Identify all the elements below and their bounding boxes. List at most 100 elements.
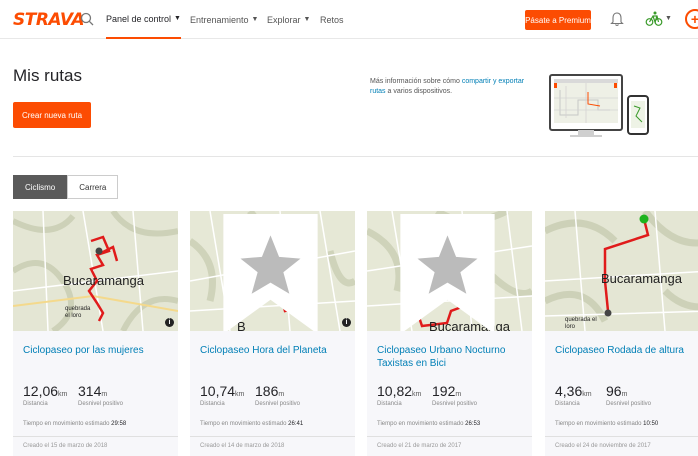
- distance-value: 12,06: [23, 383, 59, 399]
- elevation-value: 192: [432, 383, 456, 399]
- distance-unit: km: [412, 391, 422, 398]
- create-route-button[interactable]: Crear nueva ruta: [13, 102, 91, 128]
- elevation-stat: 192m Desnivel positivo: [432, 383, 477, 407]
- elevation-value: 186: [255, 383, 279, 399]
- created-date: Creado el 24 de noviembre de 2017: [555, 443, 651, 449]
- estimated-time-value: 10:50: [643, 421, 659, 427]
- chevron-down-icon: ▼: [251, 16, 259, 23]
- distance-value: 10,74: [200, 383, 236, 399]
- estimated-time-label: Tiempo en movimiento estimado: [23, 421, 110, 427]
- distance-unit: km: [582, 391, 592, 398]
- estimated-time: Tiempo en movimiento estimado 26:41: [200, 421, 303, 427]
- map-city-label: Bucaramanga: [601, 271, 682, 286]
- route-title[interactable]: Ciclopaseo por las mujeres: [23, 344, 173, 357]
- route-card[interactable]: Bucaramanga quebrada el loro Ciclopaseo …: [545, 211, 698, 456]
- elevation-value: 96: [606, 383, 622, 399]
- route-card[interactable]: B i Ciclopaseo Hora del Planeta 10,74km …: [190, 211, 355, 456]
- tab-running[interactable]: Carrera: [67, 175, 119, 199]
- route-card-body: Ciclopaseo Rodada de altura 4,36km Dista…: [545, 331, 698, 456]
- estimated-time-label: Tiempo en movimiento estimado: [377, 421, 464, 427]
- card-divider: [190, 436, 355, 437]
- map-info-icon[interactable]: i: [342, 318, 351, 327]
- info-suffix: a varios dispositivos.: [385, 88, 453, 95]
- route-card[interactable]: Bucaramanga quebrada el loro i Ciclopase…: [13, 211, 178, 456]
- chevron-down-icon: ▼: [303, 16, 311, 23]
- route-card[interactable]: Bucaramanga Ciclopaseo Urbano Nocturno T…: [367, 211, 532, 456]
- star-bookmark-icon[interactable]: [367, 214, 530, 331]
- distance-stat: 10,74km Distancia: [200, 383, 244, 407]
- premium-button[interactable]: Pásate a Premium: [525, 10, 591, 30]
- card-divider: [545, 436, 698, 437]
- elevation-unit: m: [101, 391, 108, 398]
- share-info-text: Más información sobre cómo compartir y e…: [370, 77, 530, 97]
- elevation-label: Desnivel positivo: [432, 401, 478, 407]
- distance-stat: 10,82km Distancia: [377, 383, 421, 407]
- top-navigation-bar: STRAVA Panel de control ▼ Entrenamiento …: [0, 0, 698, 39]
- activity-type-tabs: Ciclismo Carrera: [13, 175, 119, 199]
- route-map-image: [13, 211, 178, 331]
- nav-challenges-label: Retos: [320, 14, 344, 25]
- map-city-label: Bucaramanga: [63, 273, 144, 288]
- created-date: Creado el 14 de marzo de 2018: [200, 443, 285, 449]
- tab-cycling[interactable]: Ciclismo: [13, 175, 68, 199]
- distance-label: Distancia: [200, 401, 225, 407]
- star-bookmark-icon[interactable]: [190, 214, 353, 331]
- nav-dashboard-label: Panel de control: [106, 13, 172, 24]
- elevation-label: Desnivel positivo: [78, 401, 124, 407]
- map-info-icon[interactable]: i: [165, 318, 174, 327]
- nav-dashboard[interactable]: Panel de control ▼: [106, 0, 181, 39]
- route-card-body: Ciclopaseo Urbano Nocturno Taxistas en B…: [367, 331, 532, 456]
- nav-explore[interactable]: Explorar ▼: [267, 0, 310, 39]
- estimated-time-value: 29:58: [111, 421, 127, 427]
- distance-label: Distancia: [23, 401, 48, 407]
- map-sub-label: quebrada el loro: [65, 306, 91, 319]
- estimated-time-value: 26:41: [288, 421, 304, 427]
- distance-stat: 4,36km Distancia: [555, 383, 592, 407]
- estimated-time: Tiempo en movimiento estimado 29:58: [23, 421, 126, 427]
- estimated-time: Tiempo en movimiento estimado 26:53: [377, 421, 480, 427]
- distance-label: Distancia: [555, 401, 580, 407]
- card-divider: [367, 436, 532, 437]
- nav-training[interactable]: Entrenamiento ▼: [190, 0, 258, 39]
- distance-label: Distancia: [377, 401, 402, 407]
- section-divider: [13, 156, 698, 157]
- bike-avatar-icon[interactable]: [645, 10, 663, 28]
- route-map[interactable]: Bucaramanga quebrada el loro i: [13, 211, 178, 331]
- distance-stat: 12,06km Distancia: [23, 383, 67, 407]
- estimated-time-label: Tiempo en movimiento estimado: [200, 421, 287, 427]
- elevation-unit: m: [278, 391, 285, 398]
- created-date: Creado el 15 de marzo de 2018: [23, 443, 108, 449]
- elevation-label: Desnivel positivo: [255, 401, 301, 407]
- route-card-body: Ciclopaseo Hora del Planeta 10,74km Dist…: [190, 331, 355, 456]
- route-map[interactable]: Bucaramanga quebrada el loro: [545, 211, 698, 331]
- elevation-stat: 314m Desnivel positivo: [78, 383, 123, 407]
- distance-unit: km: [58, 391, 68, 398]
- bell-icon[interactable]: [610, 11, 624, 27]
- elevation-value: 314: [78, 383, 102, 399]
- created-date: Creado el 21 de marzo de 2017: [377, 443, 462, 449]
- add-icon[interactable]: +: [685, 9, 698, 29]
- route-map[interactable]: Bucaramanga: [367, 211, 532, 331]
- nav-training-label: Entrenamiento: [190, 14, 249, 25]
- search-icon[interactable]: [80, 12, 94, 26]
- elevation-unit: m: [621, 391, 628, 398]
- estimated-time: Tiempo en movimiento estimado 10:50: [555, 421, 658, 427]
- route-card-body: Ciclopaseo por las mujeres 12,06km Dista…: [13, 331, 178, 456]
- distance-unit: km: [235, 391, 245, 398]
- route-map[interactable]: B i: [190, 211, 355, 331]
- map-sub-label: quebrada el loro: [565, 317, 597, 330]
- nav-challenges[interactable]: Retos: [320, 0, 344, 39]
- strava-logo[interactable]: STRAVA: [13, 10, 85, 30]
- chevron-down-icon: ▼: [174, 15, 181, 22]
- nav-explore-label: Explorar: [267, 14, 301, 25]
- route-title[interactable]: Ciclopaseo Hora del Planeta: [200, 344, 350, 357]
- route-title[interactable]: Ciclopaseo Urbano Nocturno Taxistas en B…: [377, 344, 527, 370]
- info-prefix: Más información sobre cómo: [370, 78, 462, 85]
- chevron-down-icon[interactable]: ▼: [665, 15, 672, 22]
- estimated-time-value: 26:53: [465, 421, 481, 427]
- devices-illustration: [549, 74, 649, 137]
- elevation-unit: m: [455, 391, 462, 398]
- route-title[interactable]: Ciclopaseo Rodada de altura: [555, 344, 698, 357]
- elevation-stat: 96m Desnivel positivo: [606, 383, 651, 407]
- elevation-label: Desnivel positivo: [606, 401, 652, 407]
